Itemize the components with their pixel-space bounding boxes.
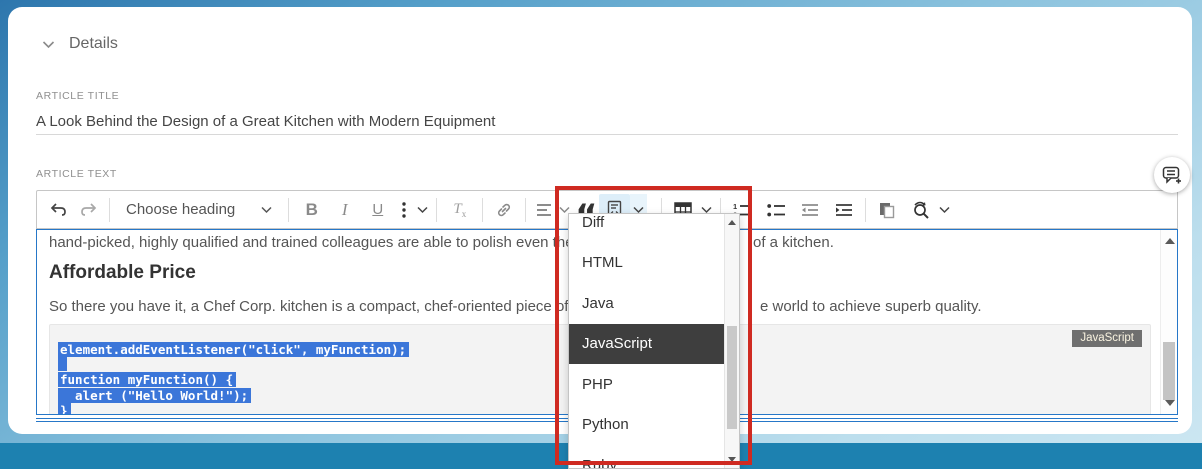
details-section-title: Details — [69, 35, 118, 52]
undo-button[interactable] — [43, 195, 73, 225]
code-language-badge: JavaScript — [1072, 330, 1142, 347]
chevron-down-icon — [261, 206, 272, 213]
details-section-header[interactable]: Details — [42, 35, 118, 53]
chevron-down-icon — [417, 206, 428, 213]
link-icon — [498, 203, 511, 216]
add-comment-icon — [1162, 166, 1181, 184]
language-option-ruby[interactable]: Ruby — [569, 445, 724, 468]
bulleted-list-icon — [766, 203, 785, 216]
underline-button[interactable]: U — [361, 195, 394, 225]
bold-button[interactable]: B — [295, 195, 328, 225]
scroll-down-arrow[interactable] — [728, 457, 736, 462]
language-option-java[interactable]: Java — [569, 283, 724, 324]
editor-paragraph-fragment: of a kitchen. — [753, 234, 834, 251]
editor-heading: Affordable Price — [49, 262, 196, 283]
more-formatting-button[interactable] — [394, 195, 414, 225]
language-option-python[interactable]: Python — [569, 404, 724, 445]
chevron-down-icon — [938, 206, 950, 213]
find-and-replace-chevron[interactable] — [936, 195, 952, 225]
increase-indent-button[interactable] — [829, 195, 859, 225]
bulleted-list-button[interactable] — [761, 195, 791, 225]
scrollbar-thumb[interactable] — [727, 326, 737, 429]
article-title-input[interactable]: A Look Behind the Design of a Great Kitc… — [36, 113, 495, 130]
scroll-up-arrow[interactable] — [1165, 238, 1175, 244]
paste-icon — [880, 202, 895, 218]
decrease-indent-icon — [802, 203, 818, 216]
heading-dropdown[interactable]: Choose heading — [116, 195, 282, 225]
scroll-down-arrow[interactable] — [1165, 400, 1175, 406]
window-frame: Details ARTICLE TITLE A Look Behind the … — [0, 0, 1202, 469]
link-button[interactable] — [489, 195, 519, 225]
editor-scrollbar[interactable] — [1160, 230, 1177, 414]
toolbar-separator — [109, 197, 110, 222]
toolbar-separator — [482, 197, 484, 222]
chevron-down-icon[interactable] — [42, 40, 55, 49]
toolbar-separator — [288, 197, 290, 222]
article-title-label: ARTICLE TITLE — [36, 90, 120, 102]
scroll-up-arrow[interactable] — [728, 220, 736, 225]
toolbar-separator — [525, 197, 527, 222]
kebab-icon — [402, 201, 406, 218]
align-left-icon — [537, 203, 552, 216]
find-and-replace-button[interactable] — [906, 195, 936, 225]
paste-button[interactable] — [872, 195, 902, 225]
heading-dropdown-label: Choose heading — [126, 201, 236, 218]
code-language-dropdown: Diff HTML Java JavaScript PHP Python Ruby — [568, 213, 740, 469]
find-replace-icon — [914, 201, 929, 219]
increase-indent-icon — [836, 203, 852, 216]
toolbar-separator — [865, 197, 866, 222]
article-title-underline — [36, 134, 1178, 135]
toolbar-separator — [436, 197, 438, 222]
editor-paragraph-fragment: e world to achieve superb quality. — [760, 298, 982, 315]
article-text-label: ARTICLE TEXT — [36, 168, 117, 180]
code-language-list: Diff HTML Java JavaScript PHP Python Ruby — [569, 214, 724, 468]
dropdown-scrollbar[interactable] — [724, 214, 739, 468]
decrease-indent-button[interactable] — [795, 195, 825, 225]
scrollbar-thumb[interactable] — [1163, 342, 1175, 400]
add-comment-button[interactable] — [1154, 157, 1190, 193]
italic-button[interactable]: I — [328, 195, 361, 225]
language-option-javascript[interactable]: JavaScript — [569, 323, 724, 364]
remove-format-button[interactable]: Tx — [443, 195, 476, 225]
more-formatting-chevron[interactable] — [414, 195, 430, 225]
text-alignment-button[interactable] — [532, 195, 556, 225]
language-option-diff[interactable]: Diff — [569, 214, 724, 243]
language-option-html[interactable]: HTML — [569, 242, 724, 283]
language-option-php[interactable]: PHP — [569, 364, 724, 405]
redo-button[interactable] — [73, 195, 103, 225]
